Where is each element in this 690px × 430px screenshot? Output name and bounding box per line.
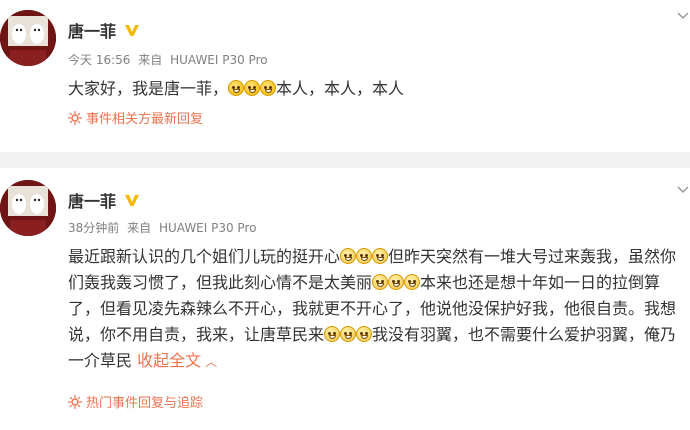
author-name[interactable]: 唐一菲 (68, 18, 116, 42)
author-row: 唐一菲 (68, 188, 140, 212)
post-meta: 38分钟前 来自 HUAWEI P30 Pro (68, 219, 260, 236)
verified-v-badge-icon (124, 22, 140, 38)
weibo-post-card: 唐一菲 今天 16:56 来自 HUAWEI P30 Pro 大家好，我是唐一菲… (0, 0, 690, 152)
event-link[interactable]: 热门事件回复与追踪 (68, 392, 203, 411)
hot-event-icon (68, 110, 82, 125)
chevron-down-icon[interactable] (676, 182, 690, 196)
collapse-full-text-link[interactable]: 收起全文 (137, 351, 201, 370)
weibo-post-card: 唐一菲 38分钟前 来自 HUAWEI P30 Pro 最近跟新认识的几个姐们儿… (0, 168, 690, 430)
grinning-face-emoji (340, 326, 357, 342)
hot-event-icon (68, 394, 82, 409)
crying-face-emoji (244, 80, 261, 96)
post-text-part: 本人，本人，本人 (276, 79, 405, 98)
chevron-down-icon[interactable] (676, 8, 690, 22)
author-name[interactable]: 唐一菲 (68, 188, 116, 212)
grinning-face-emoji (340, 248, 357, 264)
grinning-face-emoji (324, 326, 341, 342)
source-prefix: 来自 (138, 53, 163, 67)
post-text-part: 最近跟新认识的几个姐们儿玩的挺开心 (68, 247, 341, 266)
event-link-label[interactable]: 事件相关方最新回复 (86, 108, 203, 127)
verified-v-badge-icon (124, 192, 140, 208)
event-link-label[interactable]: 热门事件回复与追踪 (86, 392, 203, 411)
post-text: 最近跟新认识的几个姐们儿玩的挺开心 但昨天突然有一堆大号过来轰我，虽然你们轰我轰习… (68, 244, 684, 375)
source-device[interactable]: HUAWEI P30 Pro (159, 221, 257, 235)
grinning-face-emoji (388, 274, 405, 290)
avatar[interactable] (0, 180, 56, 236)
chevron-up-icon[interactable]: ︿ (205, 355, 217, 369)
grinning-face-emoji (404, 274, 421, 290)
post-time[interactable]: 38分钟前 (68, 221, 119, 235)
source-prefix: 来自 (127, 221, 152, 235)
source-device[interactable]: HUAWEI P30 Pro (170, 53, 268, 67)
author-row: 唐一菲 (68, 18, 140, 42)
post-meta: 今天 16:56 来自 HUAWEI P30 Pro (68, 51, 272, 68)
crying-face-emoji (228, 80, 245, 96)
event-link[interactable]: 事件相关方最新回复 (68, 108, 203, 127)
grinning-face-emoji (356, 326, 373, 342)
grinning-face-emoji (372, 274, 389, 290)
post-text: 大家好，我是唐一菲， 本人，本人，本人 (68, 76, 404, 102)
avatar[interactable] (0, 10, 56, 66)
post-text-part: 大家好，我是唐一菲， (68, 79, 229, 98)
grinning-face-emoji (356, 248, 373, 264)
post-time[interactable]: 今天 16:56 (68, 53, 130, 67)
grinning-face-emoji (372, 248, 389, 264)
crying-face-emoji (260, 80, 277, 96)
